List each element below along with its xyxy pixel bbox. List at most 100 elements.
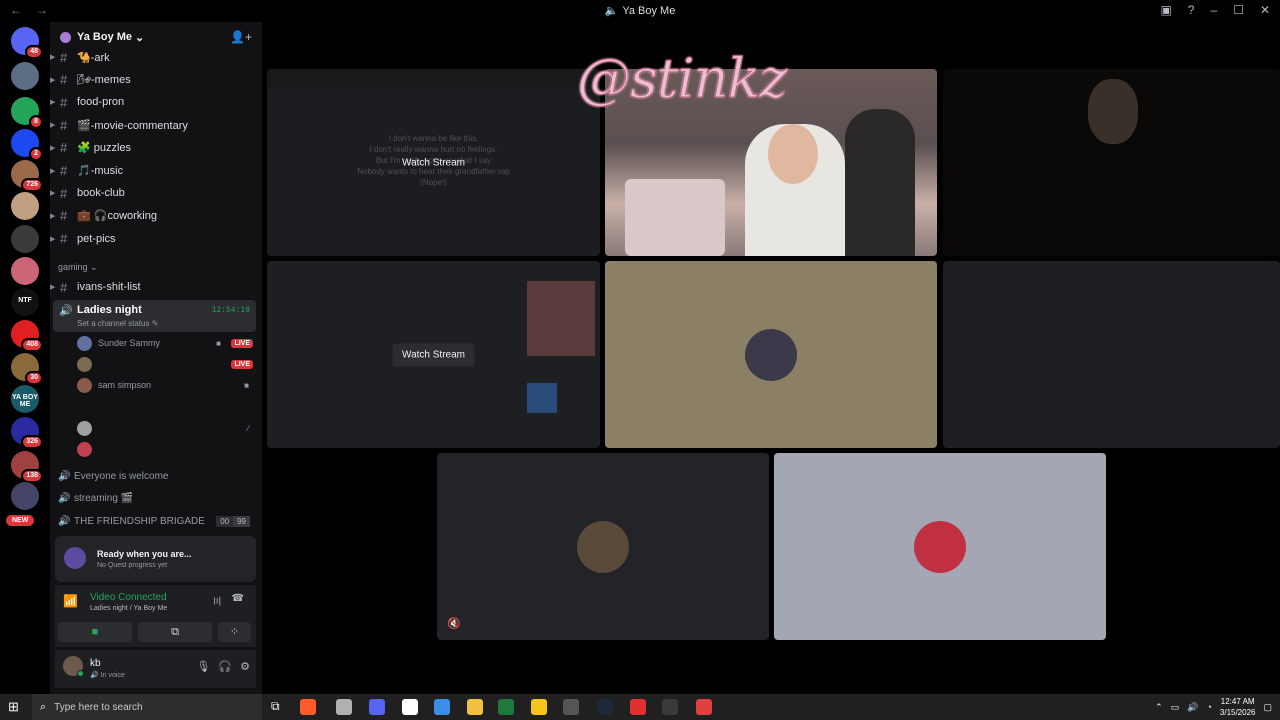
microphone-icon[interactable]: 🎙 [196,660,210,673]
taskbar-search[interactable]: ⌕ Type here to search [32,694,262,720]
voice-channel[interactable]: 🔊 Everyone is welcome [58,466,254,486]
terminal-icon[interactable] [662,699,678,715]
server-icon[interactable]: 408 [11,320,43,352]
voice-user[interactable]: sam simpson ■ [77,376,253,394]
server-icon[interactable]: YA BOY ME [11,385,39,413]
server-icon[interactable] [11,482,39,510]
channel-ivans-shit-list[interactable]: ▶ # ivans-shit-list [50,276,262,298]
chrome-icon[interactable] [402,699,418,715]
headphones-icon[interactable]: 🎧 [218,660,232,673]
video-tile-dark[interactable] [943,69,1280,256]
watch-stream-button[interactable]: Watch Stream [392,151,475,174]
excel-icon[interactable] [498,699,514,715]
text-channel[interactable]: ▶ # 🐪-ark [50,46,262,68]
close-button[interactable]: ✕ [1260,3,1270,17]
server-icon[interactable]: 326 [11,417,43,449]
speaker-icon: 🔊 [59,305,73,317]
voice-channel-active[interactable]: 🔊 Ladies night Set a channel status ✎ 12… [53,300,256,332]
text-channel[interactable]: ▶ # 🎵-music [50,160,262,182]
folder-icon[interactable] [467,699,483,715]
unread-badge: 326 [21,435,43,449]
bed-area [625,179,725,256]
expand-icon: ▶ [50,235,56,243]
app-icon[interactable] [630,699,646,715]
server-icon[interactable] [11,257,39,285]
album-art [527,281,595,356]
lyric-line: (Nope!) [420,178,447,187]
stream-preview-bar [267,69,600,89]
noise-suppression-icon[interactable]: 〣 [212,593,222,608]
expand-icon: ▶ [50,212,56,220]
notification-icon[interactable]: ▢ [1263,702,1272,713]
server-icon[interactable]: 138 [11,451,43,483]
server-icon[interactable] [11,192,39,220]
server-icon[interactable]: 2 [11,129,43,161]
camera-button[interactable]: ■ [58,622,132,642]
text-channel[interactable]: ▶ # 🎬-movie-commentary [50,114,262,136]
user-controls: 🎙 🎧 ⚙ [196,660,250,673]
maximize-button[interactable]: ☐ [1233,3,1244,17]
watch-stream-button[interactable]: Watch Stream [392,343,475,366]
clock[interactable]: 12:47 AM 3/15/2026 [1220,696,1256,718]
share-screen-button[interactable]: ⧉ [138,622,212,642]
text-channel[interactable]: ▶ # 🧩 puzzles [50,137,262,159]
quest-subtitle: No Quest progress yet [97,562,168,569]
stream-tile-1[interactable]: I don't wanna be like this, I don't reall… [267,69,600,256]
inbox-icon[interactable]: ▣ [1160,3,1171,17]
participant-tile-dark[interactable]: 🔇 [437,453,769,640]
chevron-up-icon[interactable]: ⌃ [1155,702,1163,713]
voice-channel[interactable]: 🔊 streaming 🎬 [58,489,254,509]
voice-user[interactable]: Sunder Sammy ■ LIVE [77,334,253,352]
activities-button[interactable]: ⁘ [218,622,251,642]
task-view-icon[interactable]: ⧉ [271,699,280,714]
volume-icon[interactable]: 🔊 [1187,702,1198,713]
voice-user[interactable] [77,440,253,458]
vscode-icon[interactable] [434,699,450,715]
server-icon[interactable]: 48 [11,27,43,59]
help-icon[interactable]: ? [1188,3,1195,17]
text-channel[interactable]: ▶ # pet-pics [50,228,262,250]
server-icon[interactable] [11,62,39,90]
unread-badge: 8 [29,115,43,129]
brave-icon[interactable] [300,699,316,715]
voice-user[interactable]: LIVE [77,355,253,373]
server-icon[interactable]: 30 [11,353,43,385]
text-channel[interactable]: ▶ # 💼 🎧coworking [50,205,262,227]
channel-status[interactable]: Set a channel status ✎ [77,319,158,328]
rockstar-icon[interactable] [531,699,547,715]
server-icon[interactable]: 726 [11,160,43,192]
add-member-icon[interactable]: 👤+ [230,30,252,44]
category-gaming[interactable]: gaming ⌄ [58,262,98,273]
server-icon[interactable]: 8 [11,97,43,129]
voice-channel[interactable]: 🔊 THE FRIENDSHIP BRIGADE 00 99 [58,512,254,532]
stream-tile-2[interactable]: Watch Stream [267,261,600,448]
files-icon[interactable] [336,699,352,715]
steam-icon[interactable] [597,699,613,715]
windows-start-icon[interactable]: ⊞ [8,699,19,715]
text-channel[interactable]: ▶ # food-pron [50,91,262,113]
participant-tile-tan[interactable] [605,261,937,448]
text-channel[interactable]: ▶ # book-club [50,182,262,204]
server-icon[interactable] [11,225,39,253]
server-icon[interactable]: NTF [11,288,39,316]
network-icon[interactable]: ▭ [1171,702,1180,713]
user-limit: 00 99 [216,516,250,528]
user-status: 🔊 In voice [90,672,125,679]
record-icon[interactable] [696,699,712,715]
gear-icon[interactable]: ⚙ [240,660,250,673]
participant-tile-empty[interactable] [943,261,1280,448]
participant-tile-gray[interactable] [774,453,1106,640]
expand-icon: ▶ [50,144,56,152]
discord-icon[interactable] [369,699,385,715]
user-count: 00 [216,516,234,528]
voice-user[interactable]: ⁄ [77,419,253,437]
new-badge[interactable]: NEW [6,515,35,526]
text-channel[interactable]: ▶ # 🌬-memes [50,69,262,91]
epic-icon[interactable] [563,699,579,715]
quest-card[interactable]: Ready when you are... No Quest progress … [55,536,256,582]
expand-icon: ▶ [50,284,56,291]
minimize-button[interactable]: – [1210,3,1217,17]
voice-status[interactable]: Video Connected [90,592,167,603]
wifi-icon[interactable]: ◔ [1206,702,1211,712]
disconnect-icon[interactable]: ☎ [232,593,244,604]
